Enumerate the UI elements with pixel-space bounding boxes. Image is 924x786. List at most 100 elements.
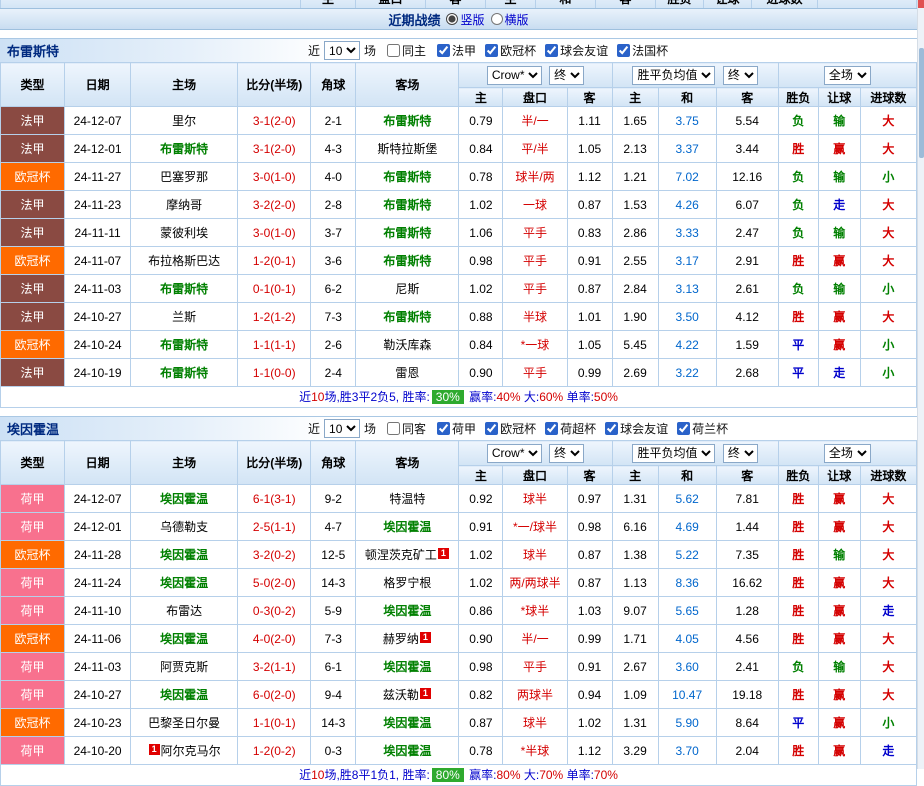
score-link[interactable]: 0-3(0-2) <box>253 604 296 618</box>
score-link[interactable]: 3-2(2-0) <box>253 198 296 212</box>
team-name-link[interactable]: 巴塞罗那 <box>160 170 208 184</box>
same-venue-filter[interactable]: 同主 <box>385 42 426 59</box>
team-name-link[interactable]: 埃因霍温 <box>160 492 208 506</box>
team-name-link[interactable]: 格罗宁根 <box>383 576 431 590</box>
team-name-link[interactable]: 里尔 <box>172 114 196 128</box>
league-filter[interactable]: 法甲 <box>435 42 476 59</box>
score-link[interactable]: 0-1(0-1) <box>253 282 296 296</box>
odds-company-select[interactable]: Crow* <box>486 65 542 85</box>
euro-odds-select[interactable]: 胜平负均值 <box>632 65 716 85</box>
scope-select[interactable]: 全场 <box>823 65 871 85</box>
same-venue-checkbox[interactable] <box>387 44 401 57</box>
team-name-link[interactable]: 埃因霍温 <box>383 520 431 534</box>
score-link[interactable]: 1-2(0-1) <box>253 254 296 268</box>
team-name-link[interactable]: 布雷斯特 <box>383 226 431 240</box>
team-name-link[interactable]: 特温特 <box>389 492 425 506</box>
layout-horizontal-option[interactable]: 横版 <box>487 11 529 28</box>
score-link[interactable]: 1-2(0-2) <box>253 744 296 758</box>
team-name-link[interactable]: 布雷斯特 <box>160 142 208 156</box>
team-name-link[interactable]: 布雷斯特 <box>383 254 431 268</box>
odds-stage-select[interactable]: 终 <box>549 443 585 463</box>
team-name-link[interactable]: 埃因霍温 <box>383 716 431 730</box>
odds-company-select[interactable]: Crow* <box>486 443 542 463</box>
odds-stage-select[interactable]: 终 <box>549 65 585 85</box>
league-filter[interactable]: 荷甲 <box>435 420 476 437</box>
team-name-link[interactable]: 赫罗纳 <box>383 632 419 646</box>
league-checkbox[interactable] <box>605 421 619 435</box>
scope-select[interactable]: 全场 <box>823 443 871 463</box>
score-link[interactable]: 1-1(0-1) <box>253 716 296 730</box>
league-filter[interactable]: 荷超杯 <box>543 420 596 437</box>
team-name-link[interactable]: 布雷斯特 <box>383 170 431 184</box>
scrollbar[interactable] <box>917 0 924 769</box>
team-name-link[interactable]: 布雷斯特 <box>160 282 208 296</box>
league-checkbox[interactable] <box>485 421 499 435</box>
team-name-link[interactable]: 兰斯 <box>172 310 196 324</box>
score-link[interactable]: 3-0(1-0) <box>253 226 296 240</box>
league-checkbox[interactable] <box>437 421 451 435</box>
team-name-link[interactable]: 埃因霍温 <box>383 660 431 674</box>
team-name-link[interactable]: 布雷斯特 <box>160 338 208 352</box>
same-venue-filter[interactable]: 同客 <box>385 420 426 437</box>
score-link[interactable]: 2-5(1-1) <box>253 520 296 534</box>
score-link[interactable]: 3-2(1-1) <box>253 660 296 674</box>
horizontal-radio[interactable] <box>490 13 503 25</box>
league-checkbox[interactable] <box>485 43 499 57</box>
team-name-link[interactable]: 布雷斯特 <box>383 198 431 212</box>
league-checkbox[interactable] <box>545 43 559 57</box>
team-name-link[interactable]: 顿涅茨克矿工 <box>365 548 437 562</box>
team-name-link[interactable]: 摩纳哥 <box>166 198 202 212</box>
team-name-link[interactable]: 阿贾克斯 <box>160 660 208 674</box>
euro-stage-select[interactable]: 终 <box>722 443 758 463</box>
league-filter[interactable]: 球会友谊 <box>603 420 668 437</box>
recent-count-select[interactable]: 10 <box>324 419 361 438</box>
team-name-link[interactable]: 蒙彼利埃 <box>160 226 208 240</box>
team-name-link[interactable]: 埃因霍温 <box>383 604 431 618</box>
score-link[interactable]: 3-1(2-0) <box>253 142 296 156</box>
league-checkbox[interactable] <box>437 43 451 57</box>
score-link[interactable]: 3-0(1-0) <box>253 170 296 184</box>
score-link[interactable]: 3-2(0-2) <box>253 548 296 562</box>
league-checkbox[interactable] <box>545 421 559 435</box>
recent-count-select[interactable]: 10 <box>324 41 361 60</box>
team-name-link[interactable]: 斯特拉斯堡 <box>377 142 437 156</box>
team-name-link[interactable]: 巴黎圣日尔曼 <box>148 716 220 730</box>
score-link[interactable]: 1-1(0-0) <box>253 366 296 380</box>
team-name-link[interactable]: 雷恩 <box>395 366 419 380</box>
same-venue-checkbox[interactable] <box>387 422 401 435</box>
team-name-link[interactable]: 埃因霍温 <box>383 744 431 758</box>
score-link[interactable]: 6-1(3-1) <box>253 492 296 506</box>
team-name-link[interactable]: 埃因霍温 <box>160 576 208 590</box>
team-name-link[interactable]: 布雷斯特 <box>383 114 431 128</box>
team-name-link[interactable]: 布雷斯特 <box>383 310 431 324</box>
vertical-radio[interactable] <box>446 13 459 25</box>
team-name-link[interactable]: 尼斯 <box>395 282 419 296</box>
team-name-link[interactable]: 勒沃库森 <box>383 338 431 352</box>
score-link[interactable]: 1-2(1-2) <box>253 310 296 324</box>
team-name-link[interactable]: 埃因霍温 <box>160 632 208 646</box>
euro-odds-select[interactable]: 胜平负均值 <box>632 443 716 463</box>
league-checkbox[interactable] <box>617 43 631 57</box>
team-name-link[interactable]: 布雷斯特 <box>160 366 208 380</box>
league-filter[interactable]: 欧冠杯 <box>483 42 536 59</box>
team-name-link[interactable]: 埃因霍温 <box>160 548 208 562</box>
team-name-link[interactable]: 兹沃勒 <box>383 688 419 702</box>
team-name-link[interactable]: 布雷达 <box>166 604 202 618</box>
scrollbar-thumb[interactable] <box>919 48 924 158</box>
euro-stage-select[interactable]: 终 <box>722 65 758 85</box>
score-link[interactable]: 3-1(2-0) <box>253 114 296 128</box>
league-filter[interactable]: 球会友谊 <box>543 42 608 59</box>
league-filter[interactable]: 欧冠杯 <box>483 420 536 437</box>
score-link[interactable]: 1-1(1-1) <box>253 338 296 352</box>
team-name-link[interactable]: 阿尔克马尔 <box>161 744 221 758</box>
team-name-link[interactable]: 布拉格斯巴达 <box>148 254 220 268</box>
team-name-link[interactable]: 乌德勒支 <box>160 520 208 534</box>
score-link[interactable]: 5-0(2-0) <box>253 576 296 590</box>
layout-vertical-option[interactable]: 竖版 <box>442 11 485 28</box>
league-filter[interactable]: 法国杯 <box>615 42 668 59</box>
score-link[interactable]: 4-0(2-0) <box>253 632 296 646</box>
league-checkbox[interactable] <box>677 421 691 435</box>
league-filter[interactable]: 荷兰杯 <box>675 420 728 437</box>
team-name-link[interactable]: 埃因霍温 <box>160 688 208 702</box>
score-link[interactable]: 6-0(2-0) <box>253 688 296 702</box>
